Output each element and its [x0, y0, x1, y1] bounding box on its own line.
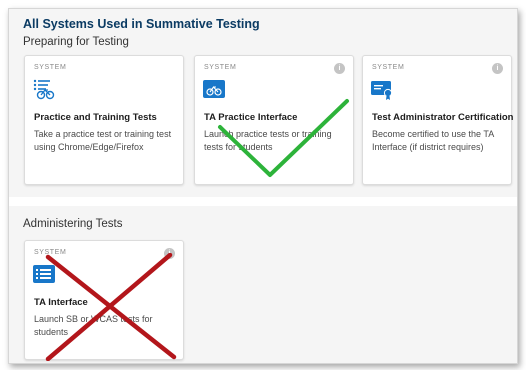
ta-interface-icon: [33, 265, 55, 283]
card-practice-training-tests[interactable]: SYSTEM Practice and Training Tests Take …: [24, 55, 184, 185]
card-title: Practice and Training Tests: [34, 112, 157, 123]
system-label: SYSTEM: [204, 64, 237, 71]
section-title-administering: Administering Tests: [23, 218, 123, 230]
system-label: SYSTEM: [34, 64, 67, 71]
info-icon[interactable]: i: [492, 63, 503, 74]
system-label: SYSTEM: [372, 64, 405, 71]
card-description: Become certified to use the TA Interface…: [372, 129, 494, 152]
card-title: TA Interface: [34, 297, 88, 308]
card-test-administrator-certification[interactable]: SYSTEM i Test Administrator Certificatio…: [362, 55, 514, 185]
card-ta-practice-interface[interactable]: SYSTEM i TA Practice Interface Launch pr…: [194, 55, 354, 185]
card-description: Take a practice test or training test us…: [34, 129, 172, 152]
info-icon[interactable]: i: [334, 63, 345, 74]
certificate-icon: [371, 81, 393, 100]
systems-panel: All Systems Used in Summative Testing Pr…: [8, 8, 518, 364]
page-title: All Systems Used in Summative Testing: [23, 17, 260, 31]
card-title: Test Administrator Certification: [372, 112, 514, 123]
card-title: TA Practice Interface: [204, 112, 298, 123]
system-label: SYSTEM: [34, 249, 67, 256]
section-title-preparing: Preparing for Testing: [23, 36, 129, 48]
card-ta-interface[interactable]: SYSTEM i TA Interface Launch SB or WCAS …: [24, 240, 184, 360]
card-description: Launch SB or WCAS tests for students: [34, 314, 153, 337]
card-description: Launch practice tests or training tests …: [204, 129, 332, 152]
ta-practice-icon: [203, 80, 225, 98]
info-icon[interactable]: i: [164, 248, 175, 259]
practice-tests-icon: [33, 79, 55, 100]
